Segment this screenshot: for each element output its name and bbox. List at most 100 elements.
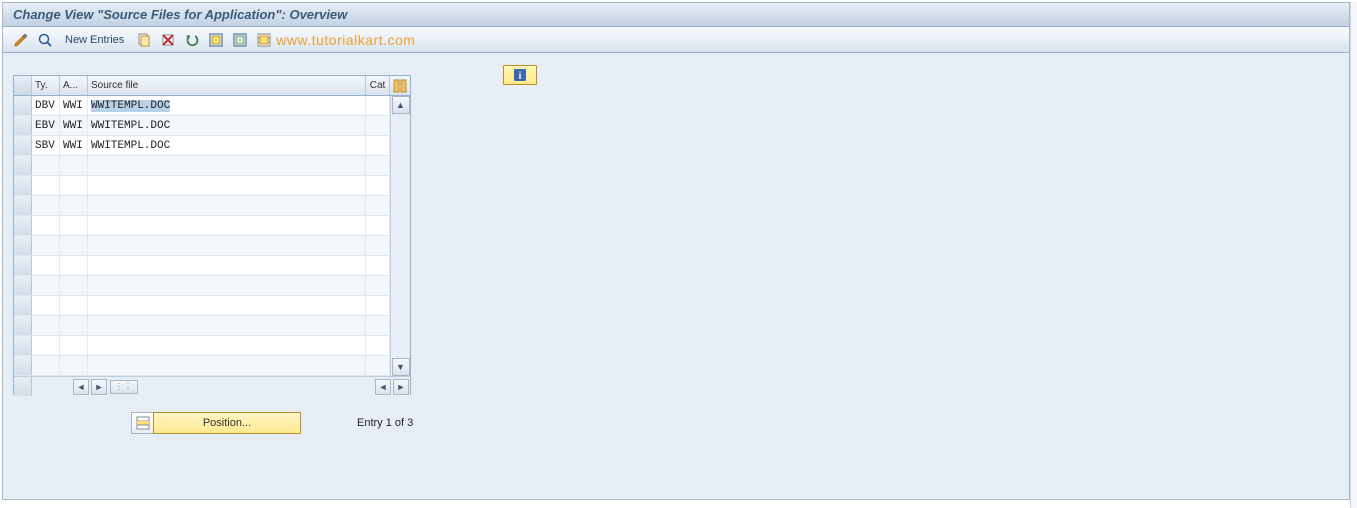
scroll-left-button[interactable]: ◄ <box>73 379 89 395</box>
row-selector[interactable] <box>14 316 32 335</box>
col-header-cat[interactable]: Cat <box>366 76 390 95</box>
page-scrollbar[interactable] <box>1350 2 1357 508</box>
cell-src[interactable]: WWITEMPL.DOC <box>88 96 366 115</box>
row-selector[interactable] <box>14 256 32 275</box>
cell-cat <box>366 316 390 335</box>
cell-ty <box>32 196 60 215</box>
scroll-right2-button[interactable]: ► <box>393 379 409 395</box>
cell-cat[interactable] <box>366 96 390 115</box>
cell-cat <box>366 176 390 195</box>
toggle-edit-button[interactable] <box>11 30 31 50</box>
cell-cat <box>366 276 390 295</box>
scroll-down-button[interactable]: ▼ <box>392 358 410 376</box>
table-row <box>14 196 390 216</box>
table-row: SBVWWIWWITEMPL.DOC <box>14 136 390 156</box>
cell-cat <box>366 356 390 375</box>
cell-a <box>60 156 88 175</box>
cell-ty[interactable]: DBV <box>32 96 60 115</box>
table-row <box>14 276 390 296</box>
table-row <box>14 356 390 376</box>
scroll-thumb-left[interactable]: ⋮⋮ <box>110 380 138 394</box>
row-selector[interactable] <box>14 136 32 155</box>
vertical-scrollbar[interactable]: ▲ ▼ <box>390 96 410 376</box>
cell-ty <box>32 316 60 335</box>
row-selector[interactable] <box>14 296 32 315</box>
grid-select-all-header[interactable] <box>14 76 32 95</box>
new-entries-button[interactable]: New Entries <box>59 34 130 46</box>
cell-ty[interactable]: EBV <box>32 116 60 135</box>
table-row <box>14 156 390 176</box>
cell-src <box>88 356 366 375</box>
grid-rows: DBVWWIWWITEMPL.DOCEBVWWIWWITEMPL.DOCSBVW… <box>14 96 390 376</box>
cell-ty <box>32 236 60 255</box>
cell-a <box>60 236 88 255</box>
row-selector[interactable] <box>14 236 32 255</box>
copy-button[interactable] <box>134 30 154 50</box>
row-selector[interactable] <box>14 336 32 355</box>
table-row: EBVWWIWWITEMPL.DOC <box>14 116 390 136</box>
table-settings-button[interactable] <box>254 30 274 50</box>
table-row <box>14 336 390 356</box>
row-selector[interactable] <box>14 216 32 235</box>
details-button[interactable] <box>35 30 55 50</box>
table-row <box>14 316 390 336</box>
cell-cat <box>366 256 390 275</box>
select-all-button[interactable] <box>206 30 226 50</box>
cell-cat[interactable] <box>366 116 390 135</box>
page-title: Change View "Source Files for Applicatio… <box>13 7 347 22</box>
grid-config-button[interactable] <box>390 76 410 95</box>
cell-ty <box>32 256 60 275</box>
row-selector[interactable] <box>14 96 32 115</box>
cell-a[interactable]: WWI <box>60 96 88 115</box>
scroll-up-button[interactable]: ▲ <box>392 96 410 114</box>
col-header-ty[interactable]: Ty. <box>32 76 60 95</box>
cell-cat <box>366 336 390 355</box>
cell-a <box>60 196 88 215</box>
undo-button[interactable] <box>182 30 202 50</box>
grid-footer: Position... Entry 1 of 3 <box>13 408 473 438</box>
col-header-source-file[interactable]: Source file <box>88 76 366 95</box>
col-header-a[interactable]: A... <box>60 76 88 95</box>
cell-src <box>88 296 366 315</box>
delete-button[interactable] <box>158 30 178 50</box>
title-bar: Change View "Source Files for Applicatio… <box>3 3 1349 27</box>
cell-ty <box>32 296 60 315</box>
position-button[interactable]: Position... <box>153 412 301 434</box>
table-row <box>14 176 390 196</box>
cell-a <box>60 316 88 335</box>
cell-a[interactable]: WWI <box>60 116 88 135</box>
row-selector[interactable] <box>14 196 32 215</box>
cell-cat[interactable] <box>366 136 390 155</box>
cell-a <box>60 336 88 355</box>
row-selector[interactable] <box>14 156 32 175</box>
cell-a <box>60 276 88 295</box>
cell-ty <box>32 176 60 195</box>
cell-a <box>60 356 88 375</box>
cell-a <box>60 176 88 195</box>
row-selector[interactable] <box>14 276 32 295</box>
cell-cat <box>366 156 390 175</box>
scroll-right-button[interactable]: ► <box>91 379 107 395</box>
cell-src[interactable]: WWITEMPL.DOC <box>88 116 366 135</box>
row-selector[interactable] <box>14 176 32 195</box>
cell-src <box>88 276 366 295</box>
cell-src <box>88 156 366 175</box>
info-indicator[interactable]: i <box>503 65 537 85</box>
cell-ty[interactable]: SBV <box>32 136 60 155</box>
cell-cat <box>366 236 390 255</box>
row-selector[interactable] <box>14 116 32 135</box>
cell-a <box>60 256 88 275</box>
horizontal-scrollbar: ◄ ► ⋮⋮ ◄ ► <box>14 376 410 396</box>
cell-src[interactable]: WWITEMPL.DOC <box>88 136 366 155</box>
cell-a <box>60 296 88 315</box>
deselect-all-button[interactable] <box>230 30 250 50</box>
scroll-left2-button[interactable]: ◄ <box>375 379 391 395</box>
table-row <box>14 236 390 256</box>
cell-ty <box>32 216 60 235</box>
svg-text:i: i <box>519 71 522 82</box>
row-selector[interactable] <box>14 356 32 375</box>
cell-ty <box>32 336 60 355</box>
cell-a[interactable]: WWI <box>60 136 88 155</box>
cell-src <box>88 336 366 355</box>
position-icon[interactable] <box>131 412 153 434</box>
